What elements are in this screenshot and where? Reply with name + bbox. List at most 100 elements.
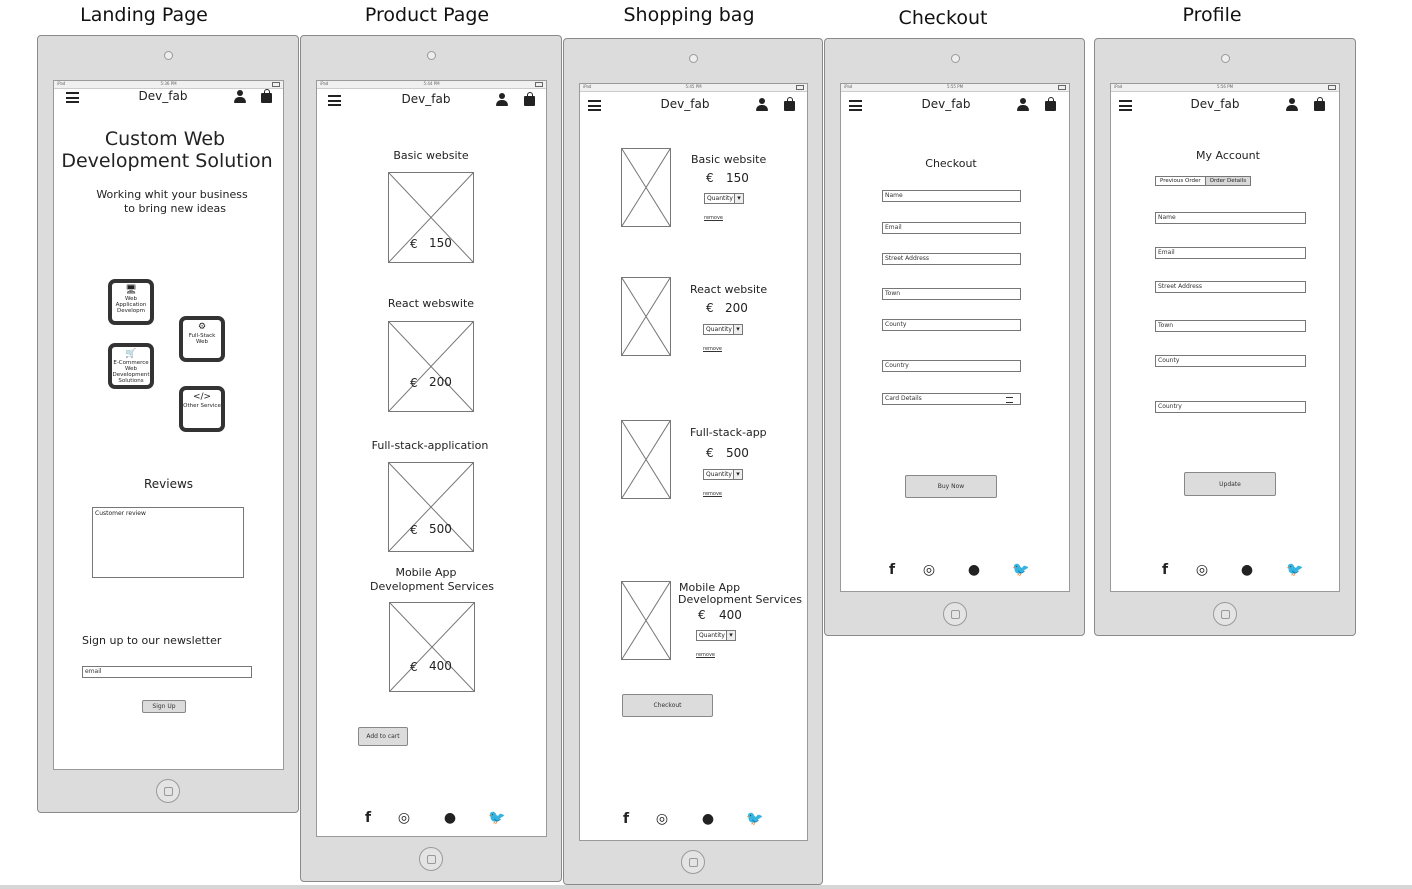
twitter-icon[interactable]: 🐦: [746, 811, 763, 827]
instagram-icon[interactable]: ◎: [654, 811, 670, 827]
facebook-icon[interactable]: f: [1157, 562, 1173, 578]
home-button[interactable]: [156, 779, 180, 803]
bag-item-image: [621, 277, 671, 356]
product-image-placeholder[interactable]: € 400: [389, 602, 475, 692]
hamburger-menu-icon[interactable]: [1119, 100, 1132, 111]
quantity-select[interactable]: Quantity: [704, 193, 744, 204]
user-icon[interactable]: [1017, 98, 1029, 111]
shopping-bag-icon[interactable]: [524, 92, 535, 106]
hamburger-menu-icon[interactable]: [66, 92, 79, 103]
twitter-icon[interactable]: 🐦: [488, 810, 505, 826]
tab-order-details[interactable]: Order Details: [1204, 177, 1251, 185]
github-icon[interactable]: ●: [966, 562, 982, 578]
github-icon[interactable]: ●: [1239, 562, 1255, 578]
remove-link[interactable]: remove: [703, 346, 722, 352]
instagram-icon[interactable]: ◎: [396, 810, 412, 826]
brand-logo[interactable]: Dev_fab: [661, 97, 710, 111]
quantity-select[interactable]: Quantity: [696, 630, 736, 641]
quantity-select[interactable]: Quantity: [703, 469, 743, 480]
town-field[interactable]: Town: [882, 288, 1021, 300]
shopping-bag-icon[interactable]: [1045, 97, 1056, 111]
brand-logo[interactable]: Dev_fab: [402, 92, 451, 106]
product-image-placeholder[interactable]: € 200: [388, 321, 474, 412]
shopping-bag-icon[interactable]: [261, 89, 272, 103]
facebook-icon[interactable]: f: [884, 562, 900, 578]
hamburger-menu-icon[interactable]: [849, 100, 862, 111]
tab-previous-order[interactable]: Previous Order: [1156, 177, 1205, 185]
user-icon[interactable]: [234, 90, 246, 103]
github-icon[interactable]: ●: [442, 810, 458, 826]
street-address-field[interactable]: Street Address: [882, 253, 1021, 265]
user-icon[interactable]: [756, 98, 768, 111]
instagram-icon[interactable]: ◎: [1194, 562, 1210, 578]
horizontal-scrollbar[interactable]: [0, 885, 1412, 889]
remove-link[interactable]: remove: [696, 652, 715, 658]
product-name-line-1: Mobile App: [395, 566, 457, 579]
buy-now-button[interactable]: Buy Now: [905, 475, 997, 498]
home-button[interactable]: [942, 602, 967, 626]
county-field[interactable]: County: [1155, 355, 1306, 367]
service-label: E-Commerce Web Development Solutions: [112, 360, 150, 384]
service-card-web-app[interactable]: 🖥 Web Application Developm: [108, 279, 154, 325]
email-field[interactable]: Email: [882, 222, 1021, 234]
home-button[interactable]: [681, 850, 705, 874]
brand-logo[interactable]: Dev_fab: [1191, 97, 1240, 111]
twitter-icon[interactable]: 🐦: [1012, 562, 1029, 578]
checkout-heading: Checkout: [925, 157, 977, 170]
screen-bag: iPad 5:45 PM Dev_fab Basic website € 150…: [579, 83, 808, 841]
remove-link[interactable]: remove: [704, 215, 723, 221]
shopping-bag-icon[interactable]: [784, 97, 795, 111]
service-label: Other Service: [183, 403, 221, 409]
facebook-icon[interactable]: f: [360, 810, 376, 826]
hamburger-menu-icon[interactable]: [328, 95, 341, 106]
shopping-bag-icon[interactable]: [1314, 97, 1325, 111]
currency-symbol: €: [410, 376, 418, 390]
service-card-full-stack[interactable]: ⚙ Full-Stack Web: [179, 316, 225, 362]
product-name: Basic website: [393, 149, 469, 162]
name-field[interactable]: Name: [1155, 212, 1306, 224]
county-field[interactable]: County: [882, 319, 1021, 331]
brand-logo[interactable]: Dev_fab: [922, 97, 971, 111]
status-bar: iPad 5:36 PM: [54, 81, 283, 89]
checkout-button[interactable]: Checkout: [622, 694, 713, 717]
hamburger-menu-icon[interactable]: [588, 100, 601, 111]
twitter-icon[interactable]: 🐦: [1286, 562, 1303, 578]
brand-logo[interactable]: Dev_fab: [139, 89, 188, 103]
currency-symbol: €: [706, 446, 714, 460]
camera: [950, 54, 960, 63]
email-field[interactable]: Email: [1155, 247, 1306, 259]
product-name-line-2: Development Services: [370, 580, 494, 593]
remove-link[interactable]: remove: [703, 491, 722, 497]
review-box: Customer review: [92, 507, 244, 578]
currency-symbol: €: [410, 237, 418, 251]
update-button[interactable]: Update: [1184, 472, 1276, 496]
home-button[interactable]: [419, 847, 443, 871]
service-card-ecommerce[interactable]: 🛒 E-Commerce Web Development Solutions: [108, 343, 154, 389]
bag-item-price: 200: [725, 301, 748, 315]
name-field[interactable]: Name: [882, 190, 1021, 202]
country-field[interactable]: Country: [882, 360, 1021, 372]
service-card-other[interactable]: </> Other Service: [179, 386, 225, 432]
status-device: iPad: [57, 81, 66, 86]
email-field[interactable]: email: [82, 666, 252, 678]
card-details-field[interactable]: Card Details: [882, 393, 1021, 405]
town-field[interactable]: Town: [1155, 320, 1306, 332]
instagram-icon[interactable]: ◎: [921, 562, 937, 578]
sign-up-button[interactable]: Sign Up: [142, 700, 186, 713]
user-icon[interactable]: [1286, 98, 1298, 111]
gears-icon: ⚙: [197, 322, 207, 332]
quantity-select[interactable]: Quantity: [703, 324, 743, 335]
status-time: 5:44 PM: [423, 81, 440, 86]
country-field[interactable]: Country: [1155, 401, 1306, 413]
add-to-cart-button[interactable]: Add to cart: [358, 727, 408, 746]
facebook-icon[interactable]: f: [618, 811, 634, 827]
home-button[interactable]: [1213, 602, 1237, 626]
user-icon[interactable]: [496, 93, 508, 106]
battery-icon: [535, 82, 543, 87]
product-image-placeholder[interactable]: € 500: [388, 462, 474, 552]
github-icon[interactable]: ●: [700, 811, 716, 827]
product-image-placeholder[interactable]: € 150: [388, 172, 474, 263]
street-address-field[interactable]: Street Address: [1155, 281, 1306, 293]
service-label: Web Application Developm: [115, 296, 147, 314]
bag-item-image: [621, 420, 671, 499]
